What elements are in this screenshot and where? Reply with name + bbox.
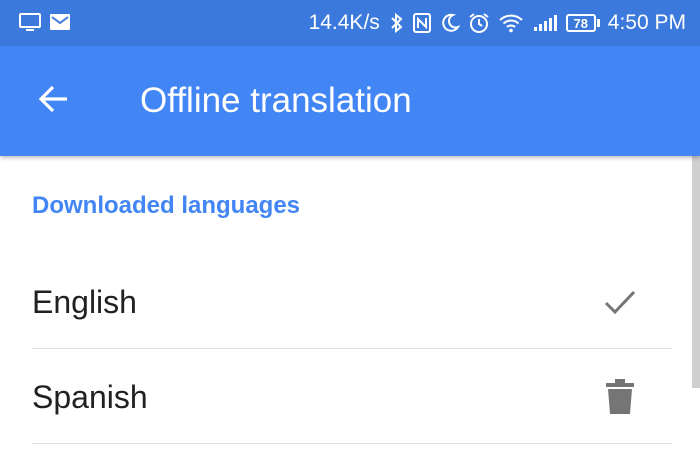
wifi-icon xyxy=(498,12,524,34)
page-title: Offline translation xyxy=(140,81,412,120)
language-row-english[interactable]: English xyxy=(0,256,700,348)
divider xyxy=(32,443,672,444)
content-area: Downloaded languages English Spanish xyxy=(0,156,700,454)
status-time: 4:50 PM xyxy=(607,11,686,34)
section-header: Downloaded languages xyxy=(32,192,301,219)
do-not-disturb-icon xyxy=(440,12,460,34)
back-button[interactable] xyxy=(30,79,78,123)
gmail-icon xyxy=(48,11,72,38)
app-bar: Offline translation xyxy=(0,46,700,156)
battery-level: 78 xyxy=(565,14,596,32)
status-bar: 14.4K/s 78 4:50 PM xyxy=(0,0,700,46)
scrollbar[interactable] xyxy=(692,156,700,388)
language-label: English xyxy=(32,284,137,320)
battery-icon: 78 xyxy=(565,14,600,32)
alarm-icon xyxy=(468,12,490,34)
network-speed: 14.4K/s xyxy=(308,11,380,34)
signal-icon xyxy=(532,12,558,34)
bluetooth-icon xyxy=(390,12,404,34)
delete-icon[interactable] xyxy=(596,373,644,421)
divider xyxy=(32,348,672,349)
language-row-spanish[interactable]: Spanish xyxy=(0,351,700,443)
back-arrow-icon xyxy=(37,82,71,121)
status-right-icons: 14.4K/s 78 4:50 PM xyxy=(309,0,686,46)
language-label: Spanish xyxy=(32,379,148,415)
nfc-icon xyxy=(412,12,432,34)
checkmark-icon xyxy=(596,278,644,326)
status-left-icons xyxy=(18,11,72,38)
screen-icon xyxy=(18,11,42,38)
